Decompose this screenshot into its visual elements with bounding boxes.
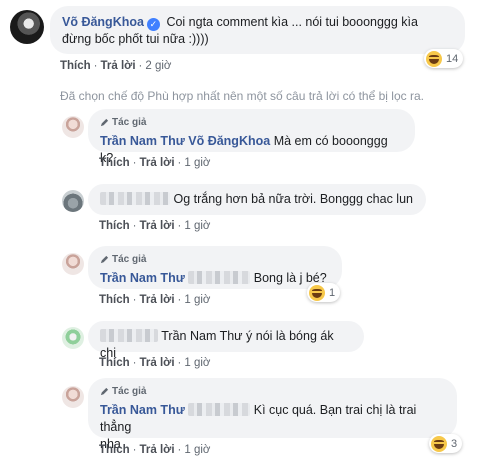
pencil-icon xyxy=(100,255,109,264)
timestamp[interactable]: 2 giờ xyxy=(145,60,171,72)
comment-actions: Thích · Trả lời · 2 giờ xyxy=(60,60,172,72)
reply-actions: Thích · Trả lời · 1 giờ xyxy=(99,444,211,456)
pencil-icon xyxy=(100,118,109,127)
author-badge: Tác giả xyxy=(100,114,403,131)
reply-bubble: Tác giả Trần Nam Thư Bong là j bé? xyxy=(88,246,342,289)
timestamp[interactable]: 1 giờ xyxy=(184,157,210,169)
reaction-summary[interactable]: 14 xyxy=(424,49,464,68)
reply-actions: Thích · Trả lời · 1 giờ xyxy=(99,157,211,169)
reply-button[interactable]: Trả lời xyxy=(140,294,175,306)
reply-bubble: Tác giả Trần Nam Thư Võ ĐăngKhoa Mà em c… xyxy=(88,109,415,165)
reaction-count: 14 xyxy=(446,52,459,65)
reply-actions: Thích · Trả lời · 1 giờ xyxy=(99,220,211,232)
avatar[interactable] xyxy=(62,190,84,212)
reaction-summary[interactable]: 1 xyxy=(307,283,341,302)
author-badge: Tác giả xyxy=(100,383,445,400)
reply-text: Og trắng hơn bả nữa trời. Bonggg chac lu… xyxy=(173,192,413,206)
avatar[interactable] xyxy=(10,10,44,44)
reaction-summary[interactable]: 3 xyxy=(429,434,463,453)
reply-actions: Thích · Trả lời · 1 giờ xyxy=(99,294,211,306)
redacted-name xyxy=(188,271,251,284)
reply-button[interactable]: Trả lời xyxy=(140,357,175,369)
reaction-count: 3 xyxy=(451,437,458,450)
reply-button[interactable]: Trả lời xyxy=(101,60,136,72)
avatar[interactable] xyxy=(62,253,84,275)
like-button[interactable]: Thích xyxy=(99,157,130,169)
pencil-icon xyxy=(100,387,109,396)
like-button[interactable]: Thích xyxy=(99,444,130,456)
like-button[interactable]: Thích xyxy=(99,294,130,306)
comment-author-link[interactable]: Võ ĐăngKhoa xyxy=(62,15,144,29)
reply-button[interactable]: Trả lời xyxy=(140,157,175,169)
reply-bubble: Trần Nam Thư ý nói là bóng ák chị xyxy=(88,321,364,360)
like-button[interactable]: Thích xyxy=(60,60,91,72)
redacted-name xyxy=(100,192,170,205)
author-badge: Tác giả xyxy=(100,251,330,268)
reply-button[interactable]: Trả lời xyxy=(140,220,175,232)
comment-text-line2: đừng bốc phốt tui nữa :)))) xyxy=(62,32,209,46)
like-button[interactable]: Thích xyxy=(99,357,130,369)
haha-emoji-icon xyxy=(426,50,442,67)
redacted-name xyxy=(100,329,158,342)
comment-bubble: Võ ĐăngKhoa ✓ Coi ngta comment kìa ... nó… xyxy=(50,6,465,54)
reply-bubble: Og trắng hơn bả nữa trời. Bonggg chac lu… xyxy=(88,184,426,215)
reply-button[interactable]: Trả lời xyxy=(140,444,175,456)
reply-actions: Thích · Trả lời · 1 giờ xyxy=(99,357,211,369)
mention-link[interactable]: Võ ĐăngKhoa xyxy=(188,134,270,148)
avatar[interactable] xyxy=(62,327,84,349)
reply-author-link[interactable]: Trần Nam Thư xyxy=(100,134,185,148)
comment-text: Coi ngta comment kìa ... nói tui booongg… xyxy=(166,15,418,29)
avatar[interactable] xyxy=(62,386,84,408)
reply-bubble: Tác giả Trần Nam Thư Kì cục quá. Bạn tra… xyxy=(88,378,457,451)
timestamp[interactable]: 1 giờ xyxy=(184,294,210,306)
haha-emoji-icon xyxy=(309,284,325,301)
timestamp[interactable]: 1 giờ xyxy=(184,220,210,232)
reply-author-link[interactable]: Trần Nam Thư xyxy=(100,271,185,285)
timestamp[interactable]: 1 giờ xyxy=(184,444,210,456)
timestamp[interactable]: 1 giờ xyxy=(184,357,210,369)
filter-note: Đã chọn chế độ Phù hợp nhất nên một số c… xyxy=(60,89,424,103)
reply-author-link[interactable]: Trần Nam Thư xyxy=(100,403,185,417)
haha-emoji-icon xyxy=(431,435,447,452)
like-button[interactable]: Thích xyxy=(99,220,130,232)
reaction-count: 1 xyxy=(329,286,336,299)
redacted-name xyxy=(188,403,251,416)
verified-badge-icon: ✓ xyxy=(146,18,160,31)
avatar[interactable] xyxy=(62,116,84,138)
